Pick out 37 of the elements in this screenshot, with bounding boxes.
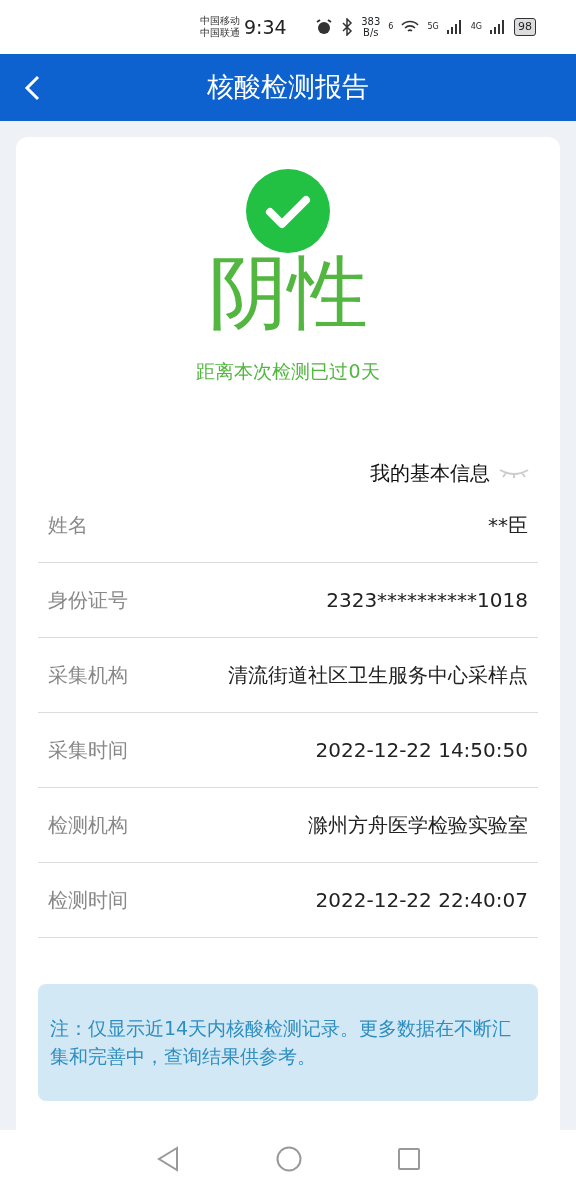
field-value: 清流街道社区卫生服务中心采样点 [228,661,528,689]
field-label: 检测机构 [48,811,128,839]
home-nav-icon[interactable] [276,1146,302,1172]
field-value: 滁州方舟医学检验实验室 [308,811,528,839]
speed-unit: B/s [362,27,380,38]
section-title: 我的基本信息 [370,459,490,487]
check-icon [246,169,330,253]
alarm-icon [315,18,334,36]
battery-level: 98 [514,17,536,37]
network-label: 5G [427,21,439,33]
eye-closed-icon[interactable] [498,466,530,479]
wifi-icon [401,20,420,34]
field-value: **臣 [488,511,528,539]
field-label: 检测时间 [48,886,128,914]
back-nav-icon[interactable] [156,1146,180,1172]
signal-icon [446,20,463,34]
field-label: 采集时间 [48,736,128,764]
speed-value: 383 [361,16,381,27]
result-text: 阴性 [208,253,368,333]
days-since-test: 距离本次检测已过0天 [196,359,380,384]
carrier-name: 中国移动 [200,15,240,27]
signal-icon [490,20,506,34]
carrier-name: 中国联通 [200,27,240,39]
page-title: 核酸检测报告 [207,71,369,104]
field-label: 身份证号 [48,586,128,614]
recent-apps-icon[interactable] [398,1148,420,1170]
clock: 9:34 [244,14,287,40]
field-value: 2022-12-22 14:50:50 [315,736,528,764]
back-icon[interactable] [24,74,40,101]
field-value: 2323**********1018 [326,586,528,614]
wifi-label: 6 [388,21,394,33]
field-label: 采集机构 [48,661,128,689]
network-label: 4G [470,21,482,33]
notice-text: 注：仅显示近14天内核酸检测记录。更多数据在不断汇集和完善中，查询结果供参考。 [50,1015,513,1069]
field-label: 姓名 [48,511,88,539]
field-value: 2022-12-22 22:40:07 [315,886,528,914]
bluetooth-icon [341,18,354,36]
